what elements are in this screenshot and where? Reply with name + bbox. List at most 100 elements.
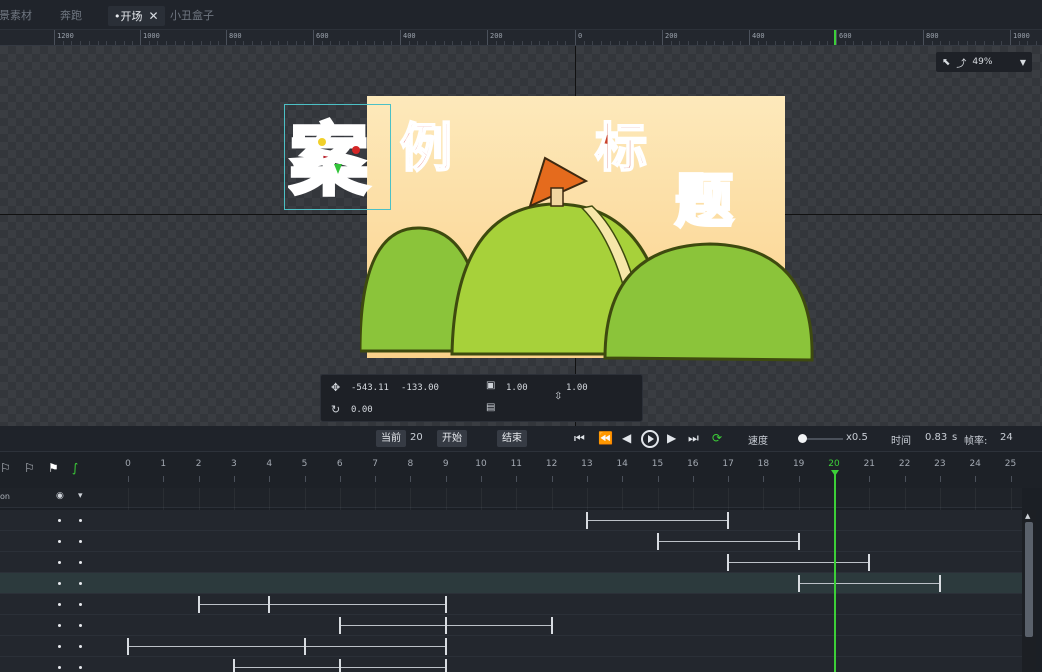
tween-segment[interactable]	[269, 604, 446, 605]
lock-toggle[interactable]	[79, 645, 82, 648]
tween-segment[interactable]	[233, 667, 340, 668]
eye-icon[interactable]: ◉	[56, 491, 64, 501]
track-row[interactable]	[0, 636, 1022, 657]
tab-opening[interactable]: •开场 ✕	[108, 6, 165, 26]
canvas-area[interactable]: ⬉ ⤴ 49% ▼ 例 标 题 案 ✥ -543.11 -133.00 ↻ 0.…	[0, 46, 1042, 426]
visibility-toggle[interactable]	[58, 561, 61, 564]
playhead-handle[interactable]	[831, 470, 839, 476]
position-y-field[interactable]: -133.00	[401, 383, 439, 393]
current-frame-button[interactable]: 当前	[376, 430, 406, 447]
keyframe-marker[interactable]	[797, 533, 800, 550]
keyframe-marker[interactable]	[338, 617, 341, 634]
visibility-toggle[interactable]	[58, 519, 61, 522]
selection-bounding-box[interactable]	[284, 104, 391, 210]
keyframe-marker[interactable]	[127, 638, 129, 655]
lock-toggle[interactable]	[79, 540, 82, 543]
zoom-dropdown-button[interactable]: ▼	[1014, 52, 1032, 72]
keyframe-marker[interactable]	[444, 617, 447, 634]
rotation-field[interactable]: 0.00	[351, 405, 373, 415]
tab-bg-assets[interactable]: 背景素材	[0, 6, 32, 26]
lock-toggle[interactable]	[79, 561, 82, 564]
track-row[interactable]	[0, 573, 1022, 594]
step-back-icon[interactable]: ◀	[622, 430, 631, 447]
keyframe-marker[interactable]	[656, 533, 659, 550]
play-icon[interactable]	[641, 430, 659, 448]
lock-icon[interactable]: ▾	[78, 491, 83, 501]
ruler-label: 800	[926, 32, 939, 40]
keyframe-marker[interactable]	[444, 659, 447, 672]
keyframe-marker[interactable]	[868, 554, 871, 571]
visibility-toggle[interactable]	[58, 582, 61, 585]
visibility-toggle[interactable]	[58, 666, 61, 669]
playhead[interactable]	[834, 470, 836, 672]
tween-segment[interactable]	[445, 625, 552, 626]
track-row[interactable]	[0, 531, 1022, 552]
anchor-tool-icon[interactable]: ⤴	[956, 55, 966, 70]
track-row[interactable]	[0, 594, 1022, 615]
lock-toggle[interactable]	[79, 624, 82, 627]
scroll-up-icon[interactable]: ▲	[1025, 512, 1030, 520]
loop-icon[interactable]: ⟳	[712, 430, 722, 447]
keyframe-marker[interactable]	[727, 554, 730, 571]
keyframe-marker[interactable]	[303, 638, 306, 655]
close-icon[interactable]: ✕	[149, 9, 159, 23]
stage-preview[interactable]: 例 标 题	[360, 96, 815, 366]
speed-slider-handle[interactable]	[798, 434, 807, 443]
time-unit: s	[952, 432, 958, 443]
timeline-scrollbar[interactable]: ▲	[1022, 510, 1036, 672]
ruler-label: 400	[752, 32, 765, 40]
position-x-field[interactable]: -543.11	[351, 383, 389, 393]
frame-tick	[128, 476, 129, 482]
tween-segment[interactable]	[728, 562, 870, 563]
speed-slider-track[interactable]	[803, 438, 843, 440]
tween-segment[interactable]	[339, 667, 446, 668]
ruler-label: 800	[229, 32, 242, 40]
lock-toggle[interactable]	[79, 666, 82, 669]
lock-toggle[interactable]	[79, 603, 82, 606]
end-button[interactable]: 结束	[497, 430, 527, 447]
keyframe-marker[interactable]	[197, 596, 200, 613]
keyframe-marker[interactable]	[550, 617, 553, 634]
tween-segment[interactable]	[198, 604, 270, 605]
keyframe-marker[interactable]	[444, 596, 447, 613]
pointer-tool-icon[interactable]: ⬉	[942, 57, 950, 68]
track-row[interactable]	[0, 657, 1022, 672]
keyframe-marker[interactable]	[797, 575, 800, 592]
keyframe-marker[interactable]	[727, 512, 730, 529]
visibility-toggle[interactable]	[58, 645, 61, 648]
tween-segment[interactable]	[586, 520, 729, 521]
frame-number: 11	[510, 459, 523, 469]
last-frame-icon[interactable]: ⏭	[688, 430, 699, 447]
visibility-toggle[interactable]	[58, 624, 61, 627]
visibility-toggle[interactable]	[58, 540, 61, 543]
keyframe-marker[interactable]	[338, 659, 341, 672]
first-frame-icon[interactable]: ⏮	[574, 430, 585, 447]
lock-toggle[interactable]	[79, 582, 82, 585]
start-button[interactable]: 开始	[437, 430, 467, 447]
track-row[interactable]	[0, 510, 1022, 531]
keyframe-marker[interactable]	[268, 596, 271, 613]
ruler-label: 1000	[1013, 32, 1030, 40]
tween-segment[interactable]	[657, 541, 799, 542]
step-forward-icon[interactable]: ▶	[667, 430, 676, 447]
keyframe-marker[interactable]	[585, 512, 588, 529]
keyframe-marker[interactable]	[938, 575, 941, 592]
tween-segment[interactable]	[798, 583, 940, 584]
visibility-toggle[interactable]	[58, 603, 61, 606]
track-row[interactable]	[0, 552, 1022, 573]
scale-y-field[interactable]: 1.00	[566, 383, 588, 393]
scrollbar-thumb[interactable]	[1025, 522, 1033, 637]
tween-segment[interactable]	[304, 646, 446, 647]
keyframe-marker[interactable]	[232, 659, 235, 672]
scale-x-field[interactable]: 1.00	[506, 383, 528, 393]
previous-keyframe-icon[interactable]: ⏪	[598, 430, 613, 447]
tab-run[interactable]: 奔跑	[60, 6, 82, 26]
tab-clown-box[interactable]: 小丑盒子	[170, 6, 214, 26]
keyframe-marker[interactable]	[444, 638, 447, 655]
link-scale-icon[interactable]: ⇳	[554, 391, 562, 402]
tween-segment[interactable]	[128, 646, 305, 647]
tween-segment[interactable]	[339, 625, 446, 626]
frame-ruler[interactable]: 0 1 2 3 4 5 6 7 8 9 10 11 12 13 14 15 16 17 18 19 20 21 22 23 24…	[0, 452, 1042, 488]
track-row[interactable]	[0, 615, 1022, 636]
lock-toggle[interactable]	[79, 519, 82, 522]
